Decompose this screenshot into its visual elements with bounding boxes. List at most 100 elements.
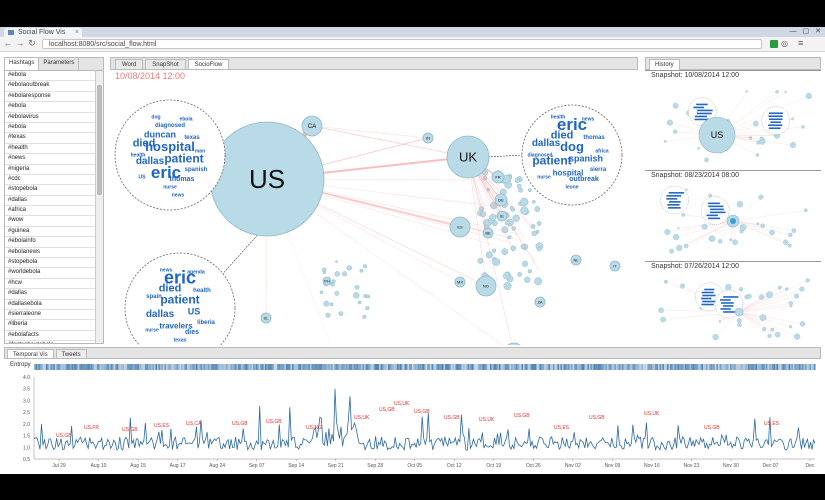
density-cell xyxy=(656,364,658,370)
tab-snapshot[interactable]: SnapShot xyxy=(145,59,186,69)
temporal-timeline[interactable]: 4.0 3.5 3.0 2.5 2.0 1.5 1.0 0.5 Jul 29 Aug 10 Aug … xyxy=(4,359,821,474)
browser-tab[interactable]: Social Flow Vis × xyxy=(4,28,82,37)
density-cell xyxy=(650,364,652,370)
hashtag-item[interactable]: #nigeria xyxy=(5,165,96,175)
density-cell xyxy=(575,364,577,370)
hashtag-item[interactable]: #texas xyxy=(5,133,96,144)
density-cell xyxy=(265,364,267,370)
back-icon[interactable]: ← xyxy=(3,38,13,49)
hashtag-item[interactable]: #africa xyxy=(5,206,96,217)
hashtag-item[interactable]: #ebolafacts xyxy=(5,331,96,342)
tab-socioflow[interactable]: SocioFlow xyxy=(187,59,230,69)
hashtag-item[interactable]: #sierraleone xyxy=(5,310,96,321)
density-cell xyxy=(538,364,540,370)
hashtag-item[interactable]: #ebolavirus xyxy=(5,113,96,123)
hashtag-item[interactable]: #ebola xyxy=(5,102,96,113)
minor-node xyxy=(334,271,340,277)
hashtag-item[interactable]: #ebolainfo xyxy=(5,237,96,248)
density-cell xyxy=(355,364,357,370)
url-input[interactable]: localhost:8080/src/social_flow.html xyxy=(42,39,762,49)
close-tab-icon[interactable]: × xyxy=(75,28,79,37)
density-cell xyxy=(635,364,637,370)
hashtag-item[interactable]: #stopebola xyxy=(5,185,96,196)
hashtag-item[interactable]: #worldebola xyxy=(5,268,96,279)
snapshot-2[interactable]: Snapshot: 08/23/2014 08:00 xyxy=(645,170,821,259)
hashtag-item[interactable]: #cdc xyxy=(5,175,96,186)
menu-icon[interactable]: ≡ xyxy=(798,38,803,48)
tab-tweets[interactable]: Tweets xyxy=(55,349,87,358)
density-cell xyxy=(313,364,315,370)
maximize-button[interactable]: ▢ xyxy=(803,27,810,37)
density-cell xyxy=(518,364,520,370)
density-cell xyxy=(521,364,523,370)
density-cell xyxy=(766,364,768,370)
hashtag-item[interactable]: #dallas xyxy=(5,289,96,300)
density-cell xyxy=(529,364,531,370)
event-label: US,GB xyxy=(514,413,530,419)
x-tick-label: Sep 28 xyxy=(367,463,383,469)
scrollbar[interactable] xyxy=(95,71,103,343)
scrollbar-thumb[interactable] xyxy=(97,85,102,195)
hashtag-item[interactable]: #ebolanews xyxy=(5,248,96,259)
hashtag-item[interactable]: #news xyxy=(5,154,96,165)
density-cell xyxy=(101,364,103,370)
density-cell xyxy=(776,364,778,370)
event-label: US,ES xyxy=(554,425,570,431)
density-cell xyxy=(359,364,361,370)
hashtag-item[interactable]: #hcw xyxy=(5,279,96,290)
density-cell xyxy=(673,364,675,370)
minor-node xyxy=(517,272,522,277)
density-cell xyxy=(412,364,414,370)
forward-icon[interactable]: → xyxy=(15,38,25,49)
density-cell xyxy=(760,364,762,370)
tab-hashtags[interactable]: Hashtags xyxy=(5,58,40,70)
hashtag-item[interactable]: #ebolaresponse xyxy=(5,92,96,103)
density-cell xyxy=(343,364,345,370)
extension-icon[interactable]: ◎ xyxy=(781,39,788,48)
hashtag-item[interactable]: #ebolaoutbreak xyxy=(5,81,96,92)
hashtag-item[interactable]: #dallas xyxy=(5,196,96,207)
density-cell xyxy=(601,364,603,370)
hashtag-item[interactable]: #health xyxy=(5,144,96,155)
density-cell xyxy=(128,364,130,370)
shield-icon[interactable] xyxy=(770,40,778,48)
hashtag-item[interactable]: #dallasebola xyxy=(5,300,96,310)
minor-node xyxy=(322,271,326,275)
event-label: US,GB xyxy=(444,415,460,421)
density-cell xyxy=(149,364,151,370)
density-cell xyxy=(436,364,438,370)
event-label: US,GB xyxy=(122,427,138,433)
density-cell xyxy=(697,364,699,370)
minor-node xyxy=(516,184,522,189)
mini-cloud-word xyxy=(708,205,724,208)
density-cell xyxy=(229,364,231,370)
hashtag-item[interactable]: #liberia xyxy=(5,320,96,331)
tab-parameters[interactable]: Parameters xyxy=(39,58,80,70)
density-cell xyxy=(736,364,738,370)
density-cell xyxy=(476,364,478,370)
density-cell xyxy=(796,364,798,370)
hashtag-item[interactable]: #ebola xyxy=(5,71,96,82)
hashtag-item[interactable]: #ebola xyxy=(5,123,96,134)
density-cell xyxy=(376,364,378,370)
density-cell xyxy=(352,364,354,370)
mini-cloud-word xyxy=(668,192,685,194)
tab-temporal-vis[interactable]: Temporal Vis xyxy=(7,349,54,358)
snapshot-1[interactable]: Snapshot: 10/08/2014 12:00 US xyxy=(645,70,821,169)
minimize-button[interactable]: — xyxy=(790,27,797,37)
hashtag-item[interactable]: #factsaboutebola xyxy=(5,341,96,343)
reload-icon[interactable]: ↻ xyxy=(27,38,37,49)
minor-node xyxy=(759,314,767,322)
density-cell xyxy=(250,364,252,370)
hashtag-item[interactable]: #stopebola xyxy=(5,258,96,269)
minor-node xyxy=(756,222,760,226)
hashtag-item[interactable]: #guinea xyxy=(5,227,96,238)
snapshot-3[interactable]: Snapshot: 07/26/2014 12:00 xyxy=(645,261,821,346)
density-cell xyxy=(425,364,427,370)
density-cell xyxy=(191,364,193,370)
tab-word[interactable]: Word xyxy=(115,59,144,69)
close-window-button[interactable]: ✕ xyxy=(815,27,821,37)
density-cell xyxy=(214,364,216,370)
flow-edge xyxy=(738,311,765,330)
hashtag-item[interactable]: #wow xyxy=(5,216,96,227)
